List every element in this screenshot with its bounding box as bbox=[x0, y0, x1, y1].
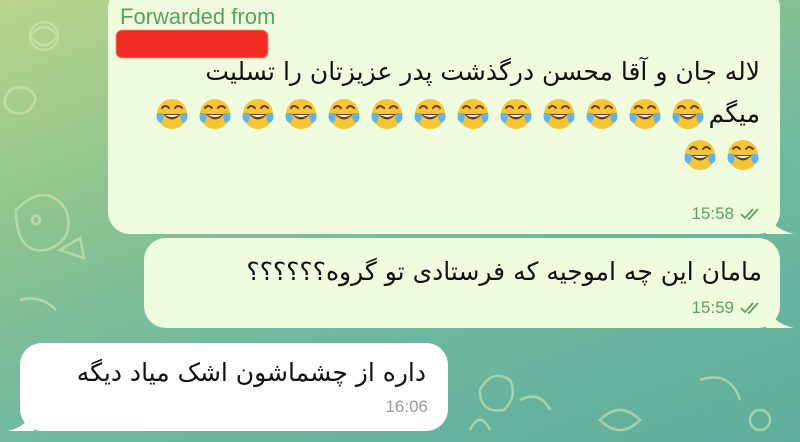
tears-of-joy-emoji-icon bbox=[683, 138, 717, 172]
message-text: مامان این چه اموجیه که فرستادی تو گروه؟؟… bbox=[246, 257, 762, 286]
message-text-line: لاله جان و آقا محسن درگذشت پدر عزیزتان ر… bbox=[205, 57, 760, 86]
bubble-tail bbox=[766, 300, 794, 328]
message-meta: 15:59 bbox=[691, 298, 762, 318]
message-text-word: میگم bbox=[708, 99, 760, 128]
tears-of-joy-emoji-icon bbox=[726, 138, 760, 172]
message-text: داره از چشماشون اشک میاد دیگه bbox=[76, 358, 426, 387]
tears-of-joy-emoji-icon bbox=[241, 97, 275, 131]
tears-of-joy-emoji-icon bbox=[628, 97, 662, 131]
message-bubble-incoming[interactable]: داره از چشماشون اشک میاد دیگه 16:06 bbox=[8, 343, 448, 431]
tears-of-joy-emoji-icon bbox=[370, 97, 404, 131]
emoji-row bbox=[683, 138, 760, 172]
message-time: 16:06 bbox=[385, 397, 428, 416]
forwarded-from-label[interactable]: Forwarded from bbox=[120, 4, 275, 30]
tears-of-joy-emoji-icon bbox=[327, 97, 361, 131]
bubble-tail bbox=[766, 206, 794, 234]
double-check-icon bbox=[740, 207, 762, 221]
tears-of-joy-emoji-icon bbox=[542, 97, 576, 131]
tears-of-joy-emoji-icon bbox=[413, 97, 447, 131]
message-emoji-line bbox=[683, 138, 760, 172]
message-meta: 15:58 bbox=[691, 204, 762, 224]
message-bubble-outgoing[interactable]: مامان این چه اموجیه که فرستادی تو گروه؟؟… bbox=[144, 238, 794, 328]
bubble-tail bbox=[8, 405, 34, 431]
message-time: 15:59 bbox=[691, 298, 734, 317]
tears-of-joy-emoji-icon bbox=[456, 97, 490, 131]
tears-of-joy-emoji-icon bbox=[671, 97, 705, 131]
emoji-row bbox=[155, 97, 705, 131]
tears-of-joy-emoji-icon bbox=[585, 97, 619, 131]
message-time: 15:58 bbox=[691, 204, 734, 223]
tears-of-joy-emoji-icon bbox=[198, 97, 232, 131]
message-text-line-emojis: میگم bbox=[155, 94, 760, 134]
tears-of-joy-emoji-icon bbox=[284, 97, 318, 131]
tears-of-joy-emoji-icon bbox=[499, 97, 533, 131]
message-bubble-forwarded[interactable]: Forwarded from لاله جان و آقا محسن درگذش… bbox=[108, 0, 794, 234]
tears-of-joy-emoji-icon bbox=[155, 97, 189, 131]
double-check-icon bbox=[740, 301, 762, 315]
